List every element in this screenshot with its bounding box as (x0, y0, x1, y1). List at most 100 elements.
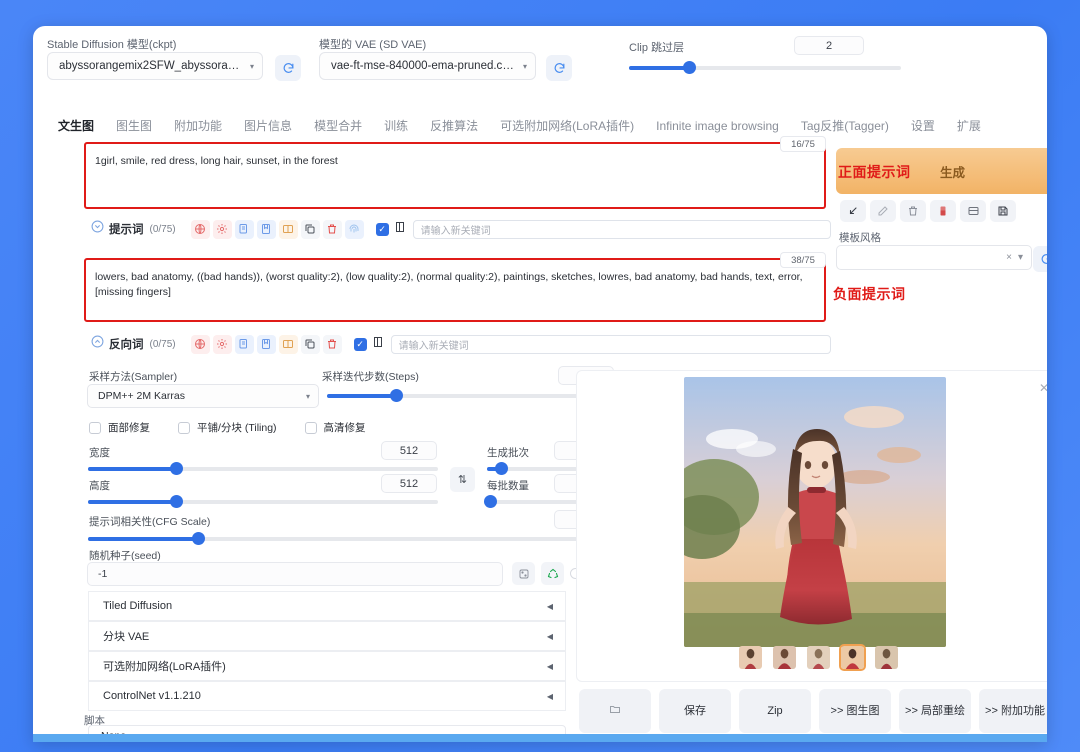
thumbnail-item[interactable] (737, 644, 764, 671)
refresh-checkpoint-button[interactable] (275, 55, 301, 81)
bookmark-icon[interactable] (256, 334, 276, 354)
width-label: 宽度 (89, 447, 110, 459)
accordion-tiled-vae[interactable]: 分块 VAE ◀ (88, 621, 566, 651)
chevron-left-icon: ◀ (546, 631, 553, 641)
pen-icon[interactable] (870, 200, 896, 222)
zip-button[interactable]: Zip (739, 689, 811, 733)
accordion-controlnet[interactable]: ControlNet v1.1.210 ◀ (88, 681, 566, 711)
tab-infinite-image-browsing[interactable]: Infinite image browsing (645, 116, 790, 136)
accordion-lora[interactable]: 可选附加网络(LoRA插件) ◀ (88, 651, 566, 681)
tab-tagger[interactable]: Tag反推(Tagger) (790, 116, 900, 136)
styles-clear-icon[interactable]: × (1006, 252, 1012, 263)
slider-knob[interactable] (169, 462, 183, 475)
vae-select[interactable]: vae-ft-mse-840000-ema-pruned.ckpt ▾ (319, 52, 536, 80)
trash-icon[interactable] (322, 334, 342, 354)
fingerprint-icon[interactable] (344, 219, 364, 239)
negative-tag-toolbar: 反向词 (0/75) ✓ 请输入新关键词 (91, 333, 831, 355)
seed-input[interactable]: -1 (87, 562, 503, 586)
tab-pnginfo[interactable]: 图片信息 (233, 116, 303, 136)
tab-train[interactable]: 训练 (373, 116, 419, 136)
save-disk-icon[interactable] (990, 200, 1016, 222)
recycle-icon[interactable] (541, 562, 564, 585)
folder-icon (608, 703, 622, 719)
gear-icon[interactable] (212, 219, 232, 239)
slider-knob[interactable] (483, 495, 497, 508)
send-to-img2img-button[interactable]: >> 图生图 (819, 689, 891, 733)
gear-icon[interactable] (212, 334, 232, 354)
card-icon[interactable] (960, 200, 986, 222)
arrow-down-left-icon[interactable] (840, 200, 866, 222)
styles-select[interactable]: × ▾ (836, 245, 1032, 270)
negative-keyword-input[interactable]: 请输入新关键词 (390, 334, 831, 354)
cfg-scale-slider[interactable] (88, 531, 614, 547)
tab-txt2img[interactable]: 文生图 (47, 116, 105, 136)
red-book-icon[interactable] (930, 200, 956, 222)
tab-extensions[interactable]: 扩展 (946, 116, 992, 136)
vae-label: 模型的 VAE (SD VAE) (319, 39, 427, 51)
split-view-icon[interactable] (372, 335, 384, 354)
negative-prompt-box[interactable]: lowers, bad anatomy, ((bad hands)), (wor… (84, 258, 826, 322)
tab-checkpoint-merger[interactable]: 模型合并 (303, 116, 373, 136)
restore-faces-checkbox[interactable]: 面部修复 (89, 420, 150, 435)
paste-icon[interactable] (234, 334, 254, 354)
card-icon[interactable] (278, 219, 298, 239)
close-icon[interactable]: ✕ (1039, 381, 1047, 395)
steps-slider[interactable] (327, 388, 614, 404)
tab-img2img[interactable]: 图生图 (105, 116, 163, 136)
positive-keyword-input[interactable]: 请输入新关键词 (412, 219, 831, 239)
send-to-extras-button[interactable]: >> 附加功能 (979, 689, 1047, 733)
positive-prompt-box[interactable]: 1girl, smile, red dress, long hair, suns… (84, 142, 826, 209)
result-panel: ✕ (576, 370, 1047, 682)
copy-icon[interactable] (300, 219, 320, 239)
extensions-accordion: Tiled Diffusion ◀ 分块 VAE ◀ 可选附加网络(LoRA插件… (88, 591, 566, 711)
thumbnail-item[interactable] (805, 644, 832, 671)
card-icon[interactable] (278, 334, 298, 354)
slider-knob[interactable] (389, 389, 403, 402)
bookmark-icon[interactable] (256, 219, 276, 239)
width-value[interactable]: 512 (381, 441, 437, 460)
globe-translate-icon[interactable] (190, 334, 210, 354)
trash-icon[interactable] (900, 200, 926, 222)
accordion-tiled-diffusion[interactable]: Tiled Diffusion ◀ (88, 591, 566, 621)
globe-translate-icon[interactable] (190, 219, 210, 239)
checkbox-square (89, 421, 101, 434)
open-folder-button[interactable] (579, 689, 651, 733)
copy-icon[interactable] (300, 334, 320, 354)
checkpoint-select[interactable]: abyssorangemix2SFW_abyssorangemix2Sfw.sa… (47, 52, 263, 80)
paste-icon[interactable] (234, 219, 254, 239)
trash-icon[interactable] (322, 219, 342, 239)
height-slider[interactable] (88, 494, 438, 510)
tab-extras[interactable]: 附加功能 (163, 116, 233, 136)
chevron-down-icon: ▾ (522, 61, 527, 71)
clip-skip-slider[interactable] (629, 60, 901, 76)
thumbnail-item[interactable] (771, 644, 798, 671)
hires-fix-checkbox[interactable]: 高清修复 (304, 420, 366, 435)
tab-lora[interactable]: 可选附加网络(LoRA插件) (489, 116, 645, 136)
send-to-inpaint-button[interactable]: >> 局部重绘 (899, 689, 971, 733)
thumbnail-item-selected[interactable] (838, 644, 866, 671)
tab-settings[interactable]: 设置 (900, 116, 946, 136)
tiling-checkbox[interactable]: 平铺/分块 (Tiling) (178, 420, 277, 435)
slider-knob[interactable] (169, 495, 183, 508)
generate-button-label: 生成 (940, 166, 966, 180)
tab-interrogate[interactable]: 反推算法 (419, 116, 489, 136)
chevron-up-circle-icon[interactable] (91, 335, 104, 353)
slider-knob[interactable] (682, 61, 696, 74)
save-button[interactable]: 保存 (659, 689, 731, 733)
chevron-down-circle-icon[interactable] (91, 220, 104, 238)
thumbnail-item[interactable] (873, 644, 900, 671)
positive-tag-checkbox[interactable]: ✓ (375, 222, 389, 236)
dice-icon[interactable] (512, 562, 535, 585)
refresh-styles-button[interactable] (1033, 246, 1047, 272)
sampler-select[interactable]: DPM++ 2M Karras ▾ (87, 384, 319, 408)
height-value[interactable]: 512 (381, 474, 437, 493)
swap-dimensions-button[interactable]: ⇅ (450, 467, 475, 492)
slider-knob[interactable] (192, 532, 206, 545)
split-view-icon[interactable] (394, 220, 406, 239)
negative-tag-checkbox[interactable]: ✓ (353, 337, 367, 351)
clip-skip-value[interactable]: 2 (794, 36, 864, 55)
generated-image[interactable] (684, 377, 946, 647)
slider-knob[interactable] (494, 462, 508, 475)
positive-tag-toolbar: 提示词 (0/75) ✓ 请输入新关键词 (91, 218, 831, 240)
refresh-vae-button[interactable] (546, 55, 572, 81)
